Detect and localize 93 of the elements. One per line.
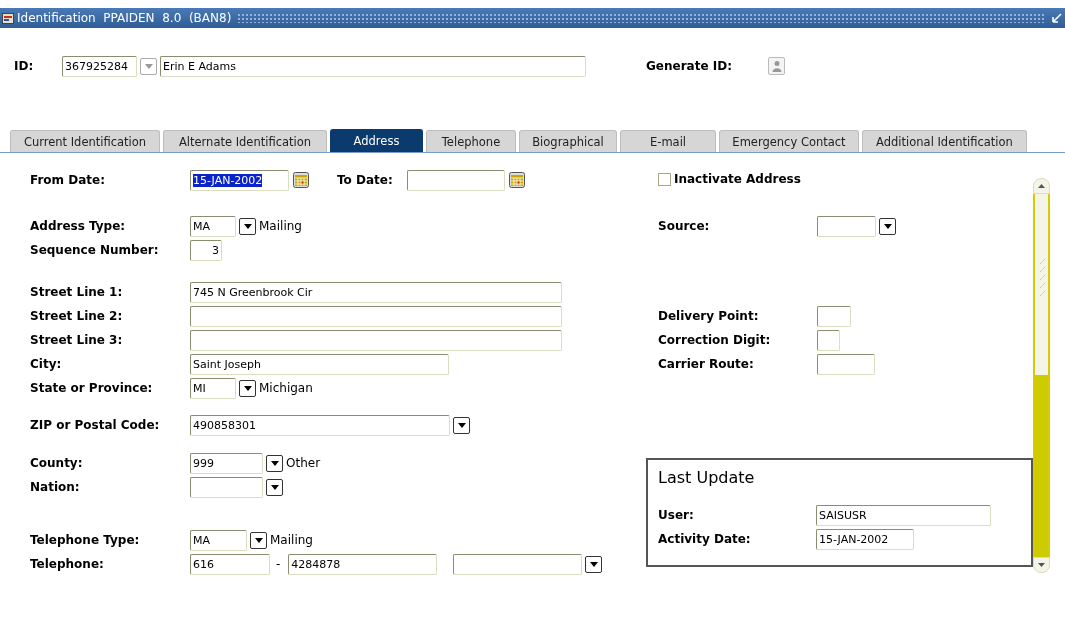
tab[interactable]: Telephone xyxy=(426,130,516,152)
text-field[interactable]: Saint Joseph xyxy=(190,353,449,375)
field-label: Telephone Type: xyxy=(30,533,141,547)
caret-icon xyxy=(144,63,153,69)
id-field[interactable]: 367925284 xyxy=(62,55,137,77)
field-label: Telephone: xyxy=(30,557,105,571)
field-label: City: xyxy=(30,357,63,371)
field-label: From Date: xyxy=(30,173,106,187)
code-field[interactable]: 999 xyxy=(190,452,263,474)
tab[interactable]: Biographical xyxy=(519,130,617,152)
field-label: Carrier Route: xyxy=(658,357,755,371)
field-label: County: xyxy=(30,456,84,470)
down-arrow-icon xyxy=(1038,563,1045,567)
caret-icon xyxy=(243,385,252,391)
code-description: Michigan xyxy=(259,381,313,395)
generate-id-label: Generate ID: xyxy=(646,59,733,73)
field-label: Address Type: xyxy=(30,219,127,233)
caret-icon xyxy=(270,460,279,466)
dropdown-button[interactable] xyxy=(453,416,470,434)
field-label: Source: xyxy=(658,219,711,233)
code-field[interactable]: MI xyxy=(190,377,236,399)
field-label: State or Province: xyxy=(30,381,154,395)
number-field[interactable]: 3 xyxy=(190,239,222,261)
code-description: Other xyxy=(286,456,321,470)
window-icon xyxy=(2,12,14,24)
field-label: ZIP or Postal Code: xyxy=(30,418,161,432)
checkbox-label: Inactivate Address xyxy=(674,172,801,186)
dropdown-button[interactable] xyxy=(239,379,256,397)
field-label: Delivery Point: xyxy=(658,309,760,323)
restore-icon[interactable] xyxy=(1051,12,1063,24)
code-description: Mailing xyxy=(259,219,302,233)
caret-icon xyxy=(254,537,263,543)
code-field[interactable]: MA xyxy=(190,529,247,551)
code-field[interactable]: MA xyxy=(190,215,236,237)
up-arrow-icon xyxy=(1038,184,1045,188)
text-field[interactable]: 745 N Greenbrook Cir xyxy=(190,281,562,303)
field-label: Nation: xyxy=(30,480,81,494)
caret-icon xyxy=(883,223,892,229)
tab[interactable]: Current Identification xyxy=(10,130,160,152)
scroll-thumb[interactable] xyxy=(1035,375,1048,557)
date-field[interactable]: 15-JAN-2002 xyxy=(190,169,289,191)
checkbox[interactable] xyxy=(658,172,671,186)
tab[interactable]: Alternate Identification xyxy=(163,130,327,152)
date-field[interactable] xyxy=(407,169,505,191)
dropdown-button[interactable] xyxy=(250,531,267,549)
field-label: User: xyxy=(658,508,695,522)
code-description: Mailing xyxy=(270,533,313,547)
field-label: Correction Digit: xyxy=(658,333,772,347)
dropdown-button[interactable] xyxy=(879,217,896,235)
panel-title: Last Update xyxy=(658,468,756,489)
id-label: ID: xyxy=(14,59,35,73)
text-field[interactable] xyxy=(190,329,562,351)
text-field[interactable] xyxy=(190,305,562,327)
grip-icon xyxy=(1039,256,1047,296)
field-label: Street Line 1: xyxy=(30,285,124,299)
scroll-up-button[interactable] xyxy=(1033,178,1050,194)
phone-number-field[interactable]: 4284878 xyxy=(288,553,438,575)
calendar-icon[interactable] xyxy=(293,172,309,188)
caret-icon xyxy=(589,561,598,567)
text-field[interactable]: 490858301 xyxy=(190,414,450,436)
scrollbar[interactable] xyxy=(1033,178,1050,573)
text-field[interactable] xyxy=(817,353,875,375)
tab[interactable]: Emergency Contact xyxy=(719,130,859,152)
tab[interactable]: Additional Identification xyxy=(862,130,1027,152)
tab[interactable]: Address xyxy=(330,129,423,152)
text-field[interactable] xyxy=(817,305,851,327)
person-icon xyxy=(771,60,782,72)
scroll-down-button[interactable] xyxy=(1033,557,1050,573)
window-title: Identification PPAIDEN 8.0 (BAN8) xyxy=(17,11,232,25)
dropdown-button[interactable] xyxy=(266,478,283,496)
calendar-icon[interactable] xyxy=(509,172,525,188)
text-field[interactable] xyxy=(817,329,840,351)
caret-icon xyxy=(457,422,466,428)
caret-icon xyxy=(270,484,279,490)
text-field[interactable]: SAISUSR xyxy=(816,504,991,526)
caret-icon xyxy=(243,223,252,229)
tab[interactable]: E-mail xyxy=(620,130,716,152)
field-label: Sequence Number: xyxy=(30,243,160,257)
phone-separator: - xyxy=(276,557,281,571)
text-field[interactable] xyxy=(817,215,876,237)
name-field[interactable]: Erin E Adams xyxy=(160,55,586,77)
field-label: Activity Date: xyxy=(658,532,752,546)
dropdown-button[interactable] xyxy=(239,217,256,235)
code-field[interactable] xyxy=(190,476,263,498)
field-label: Street Line 3: xyxy=(30,333,124,347)
dropdown-button[interactable] xyxy=(585,555,603,573)
text-field[interactable]: 15-JAN-2002 xyxy=(816,528,914,550)
field-label: To Date: xyxy=(337,173,394,187)
area-code-field[interactable]: 616 xyxy=(190,553,270,575)
text-field[interactable] xyxy=(453,553,583,575)
field-label: Street Line 2: xyxy=(30,309,124,323)
generate-id-button[interactable] xyxy=(768,57,785,75)
dropdown-button[interactable] xyxy=(266,454,283,472)
